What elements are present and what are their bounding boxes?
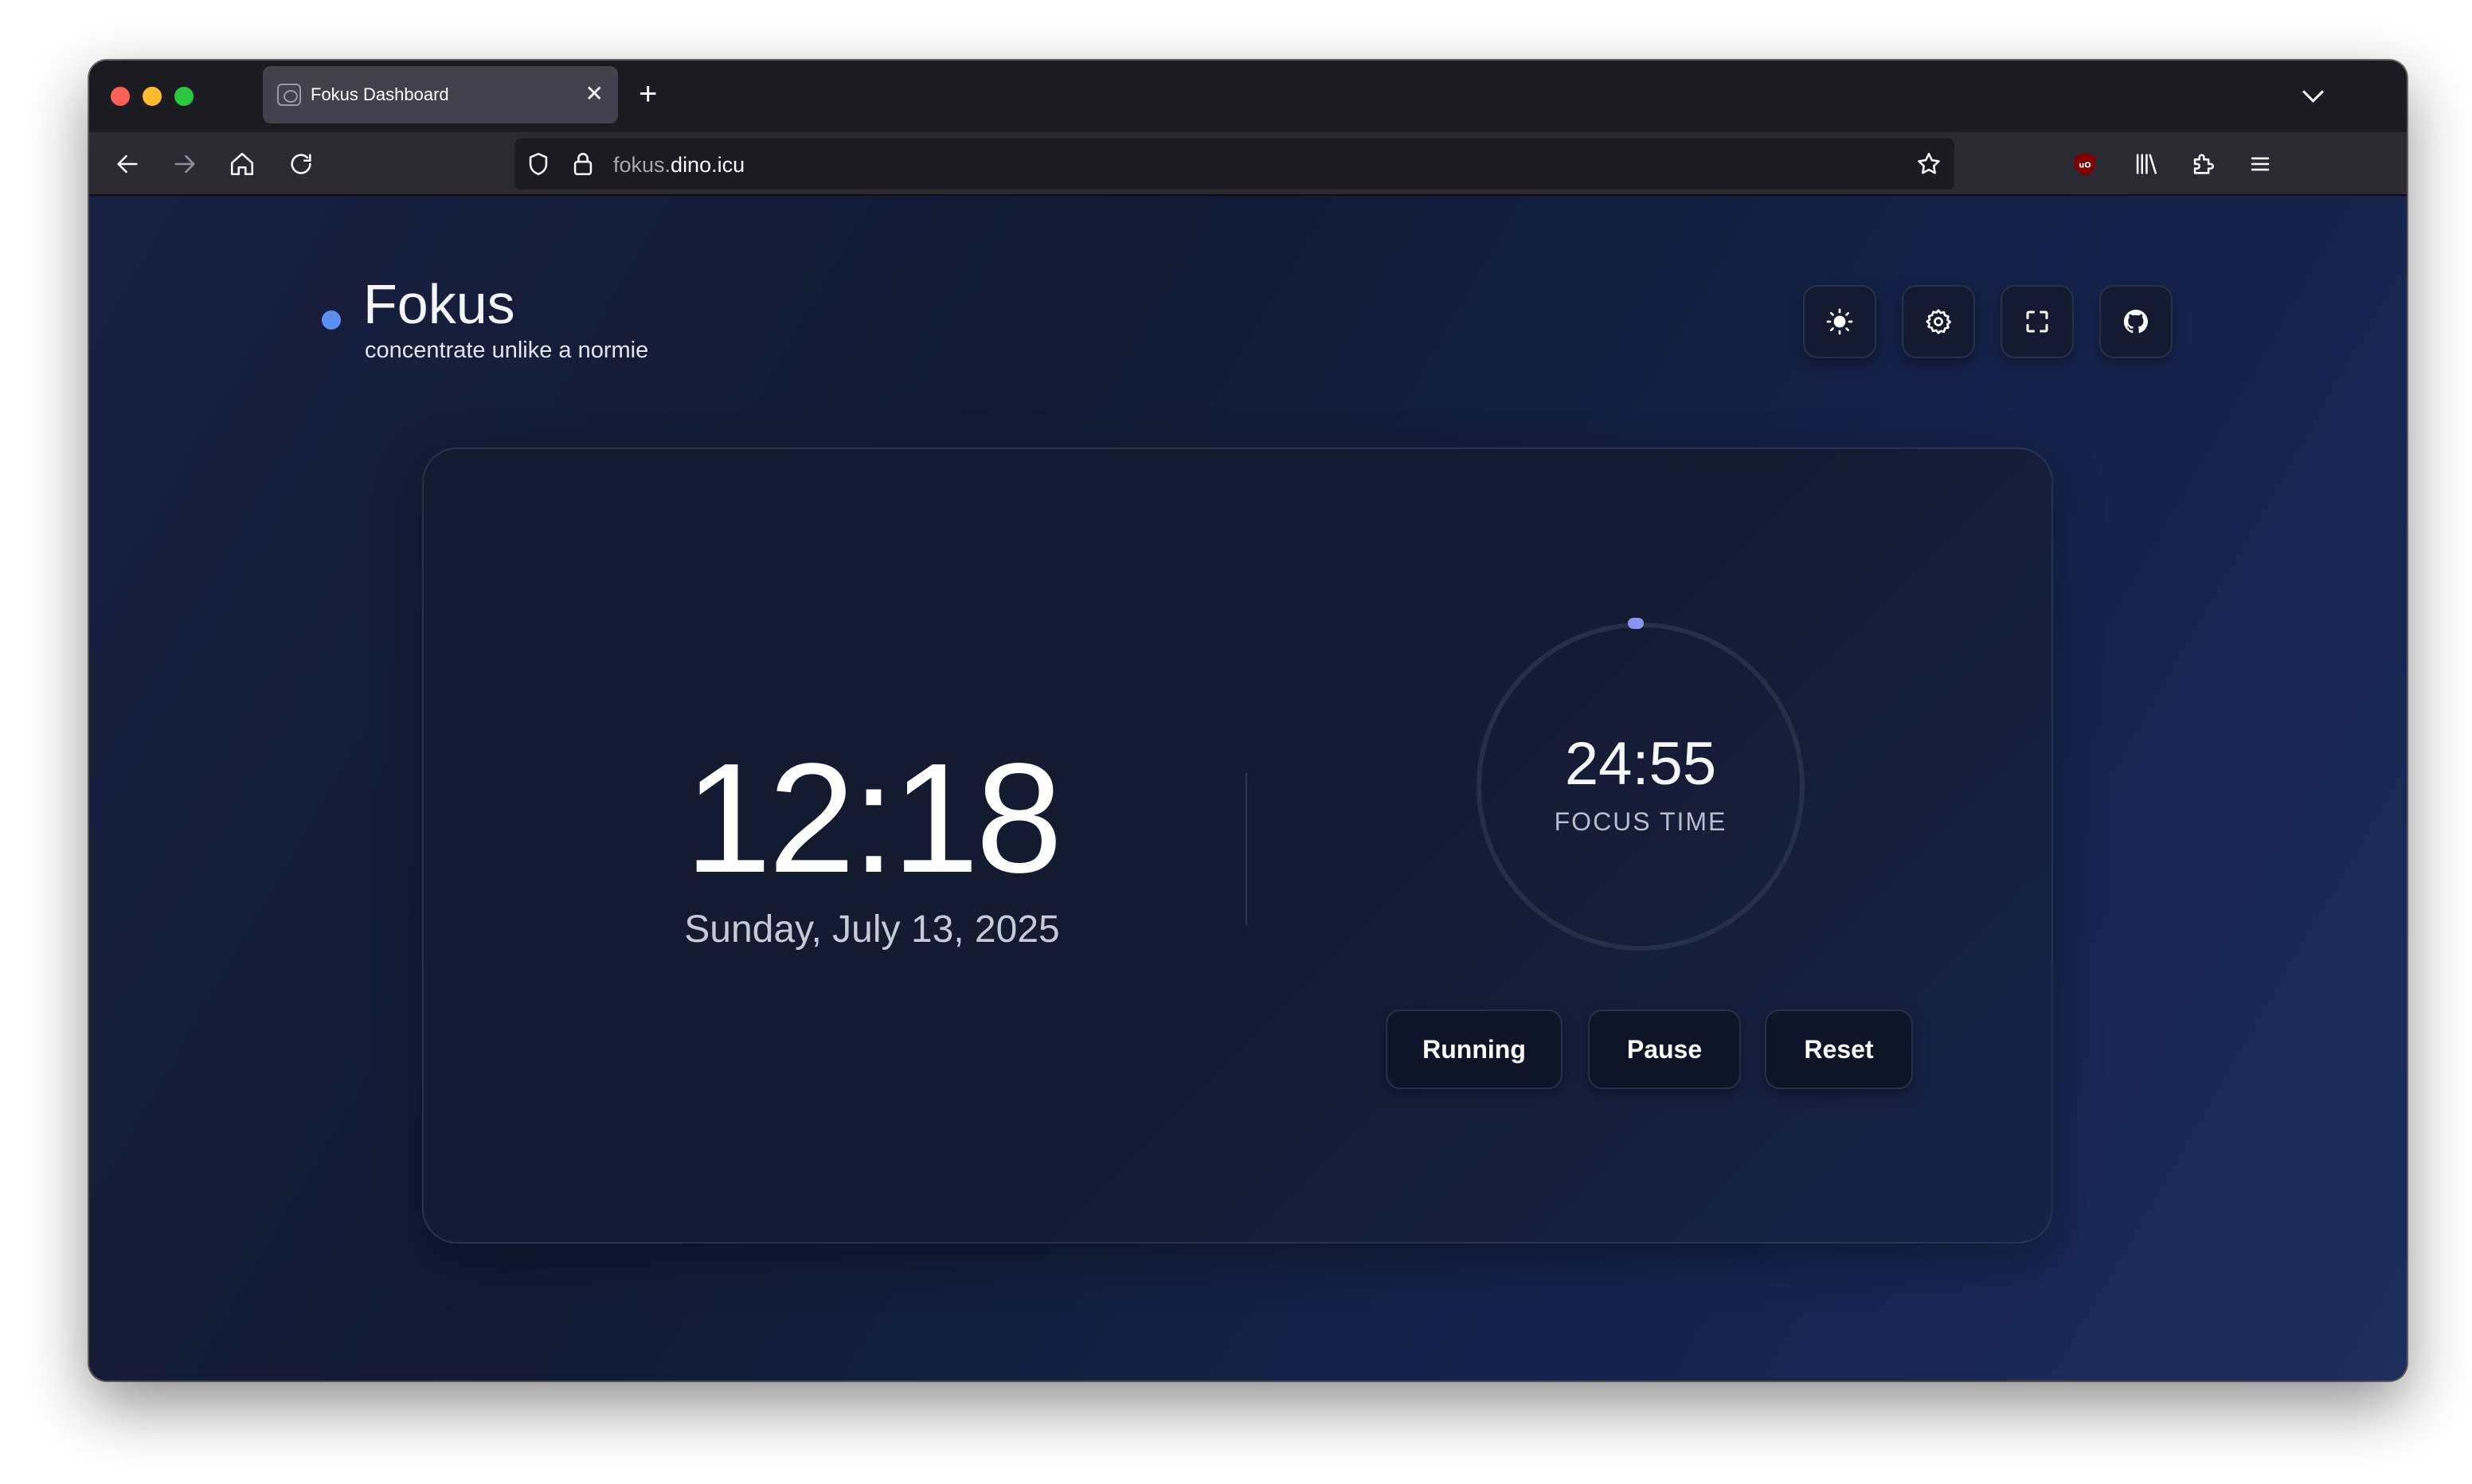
home-icon[interactable] bbox=[225, 146, 260, 182]
tab-favicon-icon bbox=[277, 84, 301, 106]
tab-fokus-dashboard[interactable]: Fokus Dashboard ✕ bbox=[263, 66, 618, 123]
timer-value: 24:55 bbox=[1564, 730, 1717, 798]
focus-card: 12:18 Sunday, July 13, 2025 24:55 FOCUS … bbox=[422, 447, 2053, 1244]
timer-progress-indicator bbox=[1628, 618, 1644, 629]
new-tab-icon[interactable]: + bbox=[639, 78, 657, 110]
sun-icon bbox=[1826, 308, 1853, 335]
minimize-window-button[interactable] bbox=[143, 87, 162, 106]
github-button[interactable] bbox=[2099, 285, 2173, 358]
close-window-button[interactable] bbox=[111, 87, 130, 106]
browser-window: Fokus Dashboard ✕ + fokus.dino.icu uO Fo… bbox=[89, 61, 2407, 1381]
url-domain: dino.icu bbox=[671, 153, 745, 177]
status-dot-icon bbox=[322, 310, 341, 330]
running-button[interactable]: Running bbox=[1386, 1010, 1563, 1089]
timer-label: FOCUS TIME bbox=[1554, 807, 1727, 836]
back-arrow-icon[interactable] bbox=[110, 146, 145, 182]
library-icon[interactable] bbox=[2128, 146, 2163, 182]
maximize-window-button[interactable] bbox=[174, 87, 194, 106]
url-subdomain: fokus. bbox=[613, 153, 671, 177]
reset-button[interactable]: Reset bbox=[1765, 1010, 1913, 1089]
tab-close-icon[interactable]: ✕ bbox=[585, 82, 604, 106]
clock-time: 12:18 bbox=[684, 731, 1062, 905]
tab-strip: Fokus Dashboard ✕ + bbox=[89, 61, 2407, 132]
reload-icon[interactable] bbox=[284, 146, 319, 182]
lock-icon[interactable] bbox=[565, 146, 600, 182]
settings-button[interactable] bbox=[1902, 285, 1975, 358]
fullscreen-icon bbox=[2026, 310, 2048, 333]
app-title: Fokus bbox=[363, 273, 515, 335]
app-subtitle: concentrate unlike a normie bbox=[365, 338, 649, 363]
fokus-page: Fokus concentrate unlike a normie 12:18 … bbox=[89, 196, 2407, 1381]
navigation-toolbar: fokus.dino.icu uO bbox=[89, 132, 2407, 196]
url-bar[interactable]: fokus.dino.icu bbox=[514, 139, 1954, 189]
clock-date: Sunday, July 13, 2025 bbox=[684, 908, 1060, 951]
shield-icon[interactable] bbox=[521, 146, 556, 182]
menu-hamburger-icon[interactable] bbox=[2243, 146, 2278, 182]
gear-icon bbox=[1926, 309, 1952, 334]
tab-title: Fokus Dashboard bbox=[311, 84, 449, 104]
url-text[interactable]: fokus.dino.icu bbox=[613, 152, 745, 178]
theme-toggle-button[interactable] bbox=[1803, 285, 1876, 358]
forward-arrow-icon[interactable] bbox=[167, 146, 202, 182]
fullscreen-button[interactable] bbox=[2001, 285, 2074, 358]
bookmark-star-icon[interactable] bbox=[1911, 146, 1946, 182]
ublock-origin-icon[interactable]: uO bbox=[2067, 146, 2102, 182]
svg-text:uO: uO bbox=[2079, 161, 2091, 170]
github-icon bbox=[2123, 309, 2148, 334]
tab-list-chevron-down-icon[interactable] bbox=[2303, 84, 2321, 102]
extensions-puzzle-icon[interactable] bbox=[2185, 146, 2220, 182]
card-divider bbox=[1246, 772, 1247, 925]
pause-button[interactable]: Pause bbox=[1588, 1010, 1741, 1089]
